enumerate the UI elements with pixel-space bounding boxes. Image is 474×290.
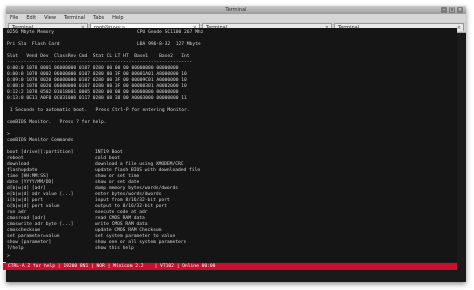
menu-terminal[interactable]: Terminal (60, 14, 89, 22)
menu-view[interactable]: View (40, 14, 60, 22)
status-text: CTRL-A Z for help | 19200 8N1 | NOR | Mi… (8, 264, 216, 269)
window-bottom-border (6, 276, 466, 282)
title-bar[interactable]: Terminal – □ × (6, 6, 466, 14)
boot-message: 1 Seconds to automatic boot. Press Ctrl-… (7, 108, 190, 113)
pci-row: 0:13:0 0E11 A0F8 0C031000 0117 0280 08 3… (7, 96, 187, 101)
menu-file[interactable]: File (6, 14, 22, 22)
command-desc: show this help (95, 246, 134, 251)
window-title: Terminal (225, 7, 247, 13)
minicom-status-bar: CTRL-A Z for help | 19200 8N1 | NOR | Mi… (3, 263, 457, 270)
commands-title: comBIOS Monitor Commands (7, 138, 74, 143)
terminal-output[interactable]: 0256 Mbyte Memory CPU Geode SC1100 267 M… (3, 28, 457, 262)
memory-line: 0256 Mbyte Memory (7, 30, 55, 35)
menu-tabs[interactable]: Tabs (89, 14, 108, 22)
monitor-message: comBIOS Monitor. Press ? for help. (7, 120, 107, 125)
cpu-line: CPU Geode SC1100 267 Mhz (137, 30, 204, 35)
menu-edit[interactable]: Edit (22, 14, 40, 22)
command-name: ?/help (7, 246, 24, 251)
lba-line: LBA 996-8-32 127 Mbyte (137, 42, 201, 47)
drive-line: Pri Sla Flash Card (7, 42, 60, 47)
tab-close-icon[interactable]: × (457, 24, 461, 32)
minimize-icon[interactable]: – (441, 7, 447, 13)
close-icon[interactable]: × (457, 7, 463, 13)
prompt: > (7, 254, 10, 259)
menu-help[interactable]: Help (108, 14, 127, 22)
maximize-icon[interactable]: □ (449, 7, 455, 13)
menu-bar: File Edit View Terminal Tabs Help (6, 14, 466, 22)
